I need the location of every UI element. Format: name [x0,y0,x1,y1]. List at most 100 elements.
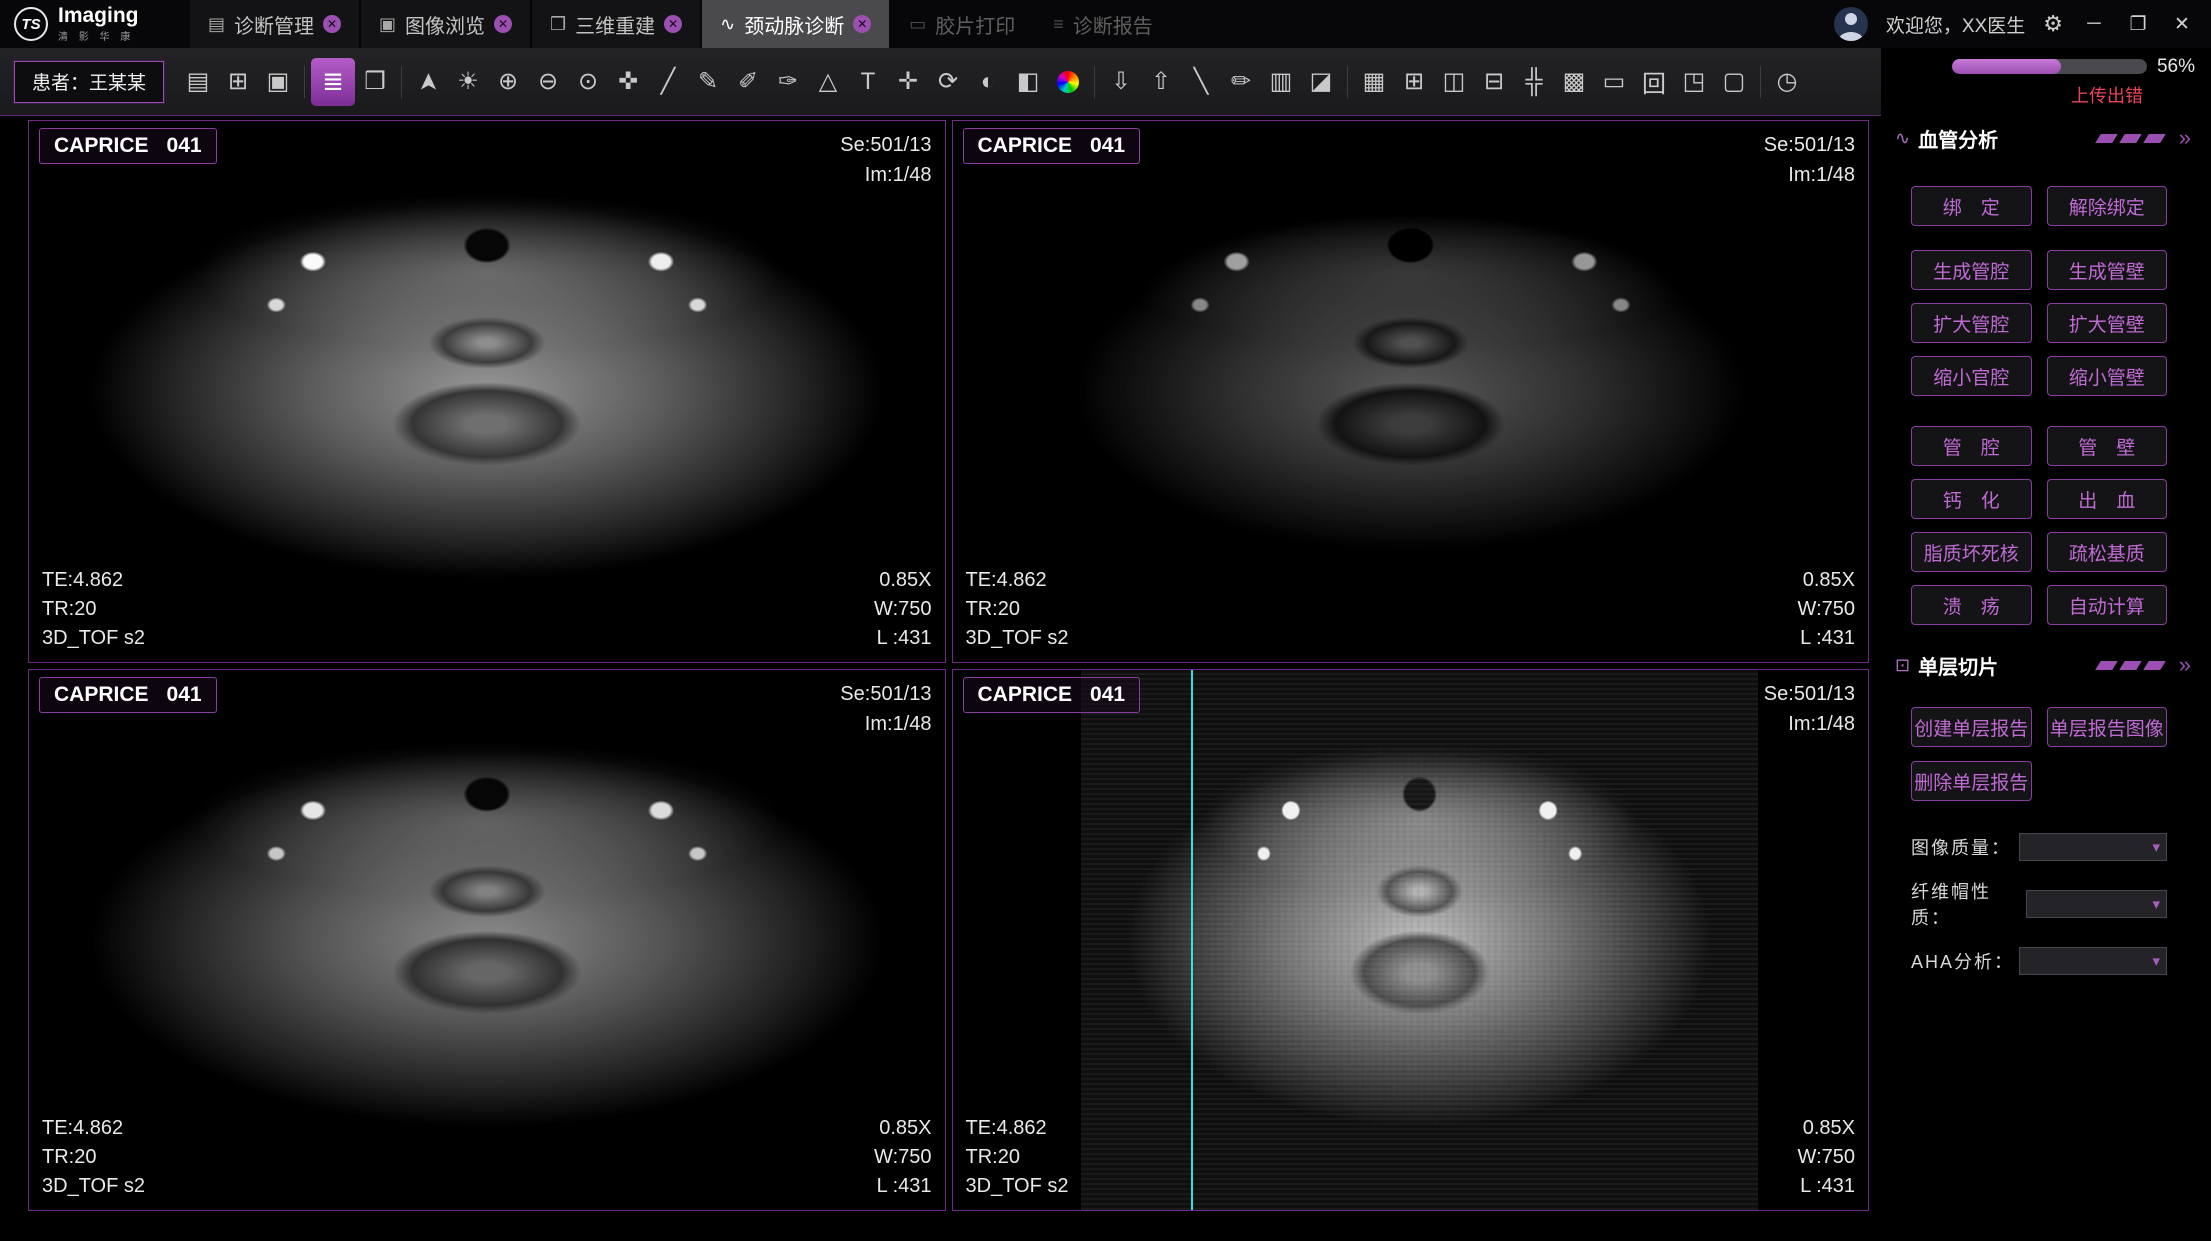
vessel-btn-2-7[interactable]: 自动计算 [2047,585,2168,625]
viewport-top-left[interactable]: CAPRICE041 Se:501/13Im:1/48 TE:4.862TR:2… [28,120,946,663]
vessel-btn-2-1[interactable]: 管 壁 [2047,426,2168,466]
mri-image[interactable] [29,121,945,662]
vessel-btn-2-6[interactable]: 溃 疡 [1911,585,2032,625]
user-avatar[interactable] [1834,7,1868,41]
slice-field-dropdown-1[interactable]: ▾ [2026,890,2167,918]
vessel-btn-2-4[interactable]: 脂质坏死核 [1911,532,2032,572]
vessel-btn-1-0[interactable]: 生成管腔 [1911,250,2032,290]
tab-close-icon[interactable]: ✕ [664,15,682,33]
layout-single-icon[interactable]: ▭ [1594,59,1634,105]
image-browse-icon: ▣ [379,14,396,35]
cube-3d-icon[interactable]: ❒ [355,59,395,105]
vessel-btn-2-5[interactable]: 疏松基质 [2047,532,2168,572]
tab-close-icon[interactable]: ✕ [323,15,341,33]
colorwheel-icon[interactable] [1048,59,1088,105]
tool-strip: ▤⊞▣≣❒➤☀⊕⊖⊙✜╱✎✐✑△T✛⟳◐◧⇩⇧╲✏▥◪▦⊞◫⊟╬▩▭回◳▢◷ [178,58,1807,106]
text-annotate-icon[interactable]: T [848,59,888,105]
tab-3d-rebuild[interactable]: ❒三维重建✕ [532,0,700,48]
vessel-btn-1-5[interactable]: 缩小管壁 [2047,356,2168,396]
pointer-icon[interactable]: ➤ [405,62,451,102]
export-icon[interactable]: ⇧ [1141,59,1181,105]
vessel-btn-1-2[interactable]: 扩大管腔 [1911,303,2032,343]
tab-close-icon[interactable]: ✕ [494,15,512,33]
image-settings-icon[interactable]: ◪ [1301,59,1341,105]
tab-carotid-diagnosis[interactable]: ∿颈动脉诊断✕ [702,0,889,48]
import-icon[interactable]: ⇩ [1101,59,1141,105]
collapse-chevron-icon[interactable]: » [2179,127,2191,149]
vessel-btn-2-2[interactable]: 钙 化 [1911,479,2032,519]
viewport-top-right[interactable]: CAPRICE041 Se:501/13Im:1/48 TE:4.862TR:2… [952,120,1870,663]
close-button[interactable]: ✕ [2169,13,2195,36]
vessel-analysis-panel: ∿ 血管分析 » 绑 定解除绑定生成管腔生成管壁扩大管腔扩大管壁缩小官腔缩小管壁… [1885,122,2197,625]
tab-diagnosis-manage[interactable]: ▤诊断管理✕ [190,0,359,48]
right-sidebar: ∿ 血管分析 » 绑 定解除绑定生成管腔生成管壁扩大管腔扩大管壁缩小官腔缩小管壁… [1885,120,2197,1211]
open-study-icon[interactable]: ⊞ [218,59,258,105]
viewport-bottom-right[interactable]: CAPRICE041 Se:501/13Im:1/48 TE:4.862TR:2… [952,669,1870,1212]
layout-thumb-icon[interactable]: ◳ [1674,59,1714,105]
invert-icon[interactable]: ◐ [968,59,1008,105]
layout-hsplit-icon[interactable]: ⊟ [1474,59,1514,105]
slice-btn-2[interactable]: 删除单层报告 [1911,761,2032,801]
collapse-chevron-icon[interactable]: » [2179,654,2191,676]
layout-grid9-icon[interactable]: ▦ [1354,59,1394,105]
pencil-annotate-icon[interactable]: ✎ [688,59,728,105]
tab-label: 胶片打印 [935,10,1015,39]
layout-quad-icon[interactable]: ╬ [1514,59,1554,105]
diagnosis-manage-icon: ▤ [208,14,225,35]
slice-btn-0[interactable]: 创建单层报告 [1911,707,2032,747]
layout-vsplit-icon[interactable]: ◫ [1434,59,1474,105]
minimize-button[interactable]: ─ [2081,13,2107,35]
slice-field-dropdown-2[interactable]: ▾ [2019,947,2167,975]
pen-annotate-icon[interactable]: ✐ [728,59,768,105]
draw-pen-icon[interactable]: ✏ [1221,59,1261,105]
zoom-out-icon[interactable]: ⊖ [528,59,568,105]
pan-icon[interactable]: ✜ [608,59,648,105]
rotate-icon[interactable]: ⟳ [928,59,968,105]
tab-bar: ▤诊断管理✕▣图像浏览✕❒三维重建✕∿颈动脉诊断✕▭胶片打印≡诊断报告 [190,0,1173,48]
layout-dashed-icon[interactable]: ▢ [1714,59,1754,105]
main-content: CAPRICE041 Se:501/13Im:1/48 TE:4.862TR:2… [0,116,2211,1241]
report-icon: ≡ [1053,14,1064,35]
mri-image[interactable] [29,670,945,1211]
logo-subtitle: 清 影 华 康 [58,28,139,43]
curve-measure-icon[interactable]: ✑ [768,59,808,105]
vessel-btn-1-3[interactable]: 扩大管壁 [2047,303,2168,343]
tab-image-browse[interactable]: ▣图像浏览✕ [361,0,530,48]
line-measure-icon[interactable]: ╱ [648,59,688,105]
history-icon[interactable]: ◷ [1767,59,1807,105]
window-level-icon[interactable]: ◧ [1008,59,1048,105]
layout-grid-plus-icon[interactable]: ▩ [1554,59,1594,105]
upload-error-text[interactable]: 上传出错 [2071,82,2143,108]
vessel-btn-2-3[interactable]: 出 血 [2047,479,2168,519]
viewport-bottom-left[interactable]: CAPRICE041 Se:501/13Im:1/48 TE:4.862TR:2… [28,669,946,1212]
single-slice-panel: ⊡ 单层切片 » 创建单层报告单层报告图像删除单层报告 图像质量：▾纤维帽性质：… [1885,649,2197,975]
zoom-in-icon[interactable]: ⊕ [488,59,528,105]
mri-image[interactable] [1081,670,1758,1211]
maximize-button[interactable]: ❐ [2125,13,2151,36]
gear-icon[interactable]: ⚙ [2043,11,2063,37]
vessel-btn-1-1[interactable]: 生成管壁 [2047,250,2168,290]
slice-field-dropdown-0[interactable]: ▾ [2019,833,2167,861]
roi-add-icon[interactable]: ✛ [888,59,928,105]
angle-measure-icon[interactable]: △ [808,59,848,105]
slice-field-label: AHA分析： [1911,948,2014,974]
draw-line-icon[interactable]: ╲ [1181,59,1221,105]
vessel-btn-0-1[interactable]: 解除绑定 [2047,186,2168,226]
slice-btn-1[interactable]: 单层报告图像 [2047,707,2168,747]
slice-panel-title: 单层切片 [1918,651,1998,680]
patient-name-field[interactable]: 患者：王某某 [14,61,164,103]
mri-image[interactable] [953,121,1869,662]
layout-pip-icon[interactable]: 回 [1634,59,1674,105]
tab-close-icon[interactable]: ✕ [853,15,871,33]
save-series-icon[interactable]: ▤ [178,59,218,105]
vessel-btn-1-4[interactable]: 缩小官腔 [1911,356,2032,396]
layers-icon[interactable]: ≣ [311,58,355,106]
brightness-icon[interactable]: ☀ [448,59,488,105]
layout-grid4-icon[interactable]: ⊞ [1394,59,1434,105]
gallery-icon[interactable]: ▣ [258,59,298,105]
report-doc-icon[interactable]: ▥ [1261,59,1301,105]
region-zoom-icon[interactable]: ⊙ [568,59,608,105]
crosshair-line[interactable] [1191,670,1193,1211]
vessel-btn-2-0[interactable]: 管 腔 [1911,426,2032,466]
vessel-btn-0-0[interactable]: 绑 定 [1911,186,2032,226]
